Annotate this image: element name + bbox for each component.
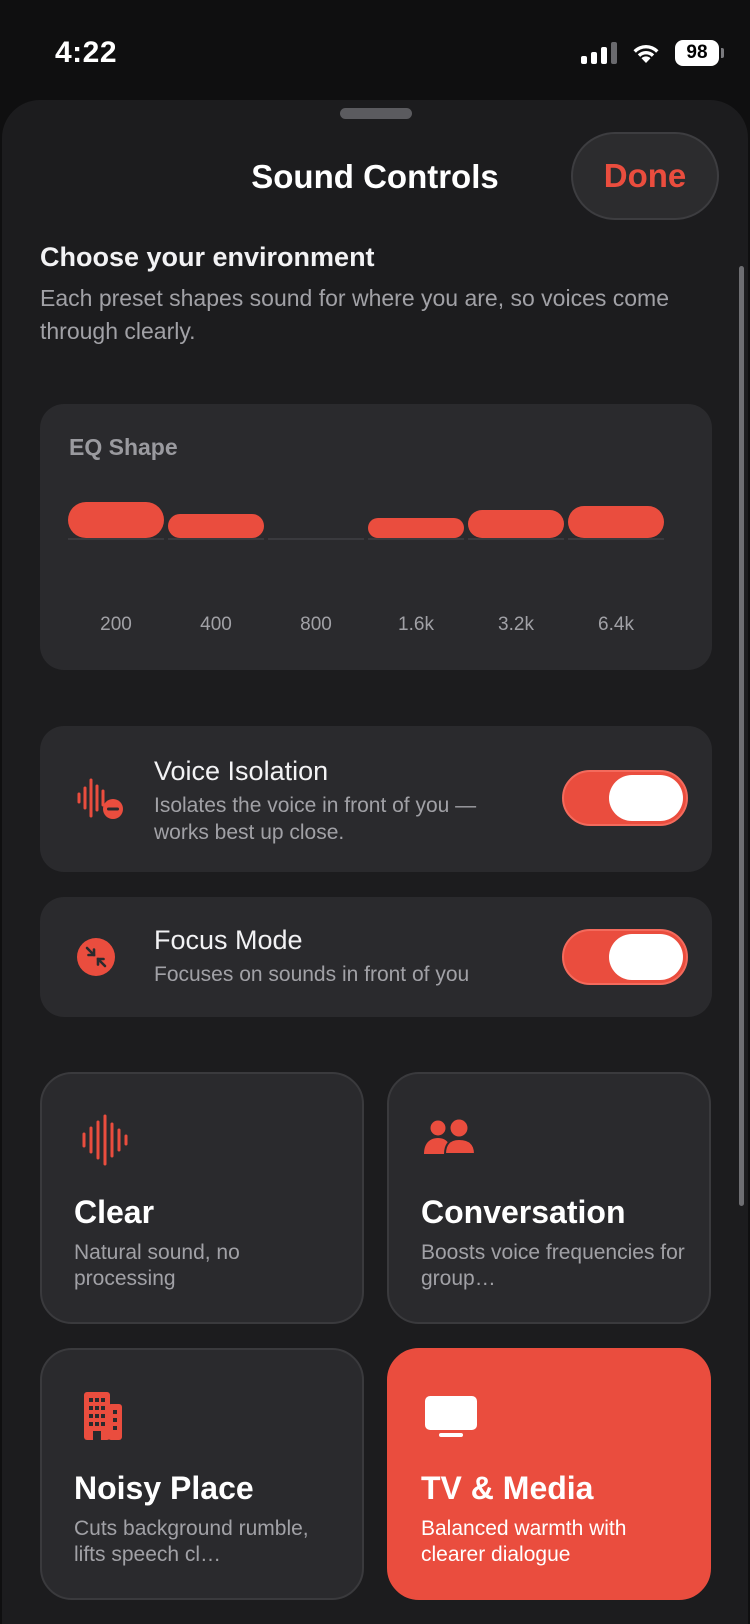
- eq-baseline: [468, 538, 564, 540]
- eq-bar: [168, 514, 264, 538]
- eq-bar: [568, 506, 664, 538]
- sound-controls-sheet: Sound Controls Done Choose your environm…: [2, 100, 748, 1624]
- done-button[interactable]: Done: [571, 132, 719, 220]
- preset-title: Noisy Place: [74, 1470, 254, 1506]
- voice-isolation-title: Voice Isolation: [154, 756, 329, 786]
- waveform-icon: [82, 1114, 128, 1166]
- eq-bar: [468, 510, 564, 538]
- eq-baseline: [68, 538, 164, 540]
- building-icon: [84, 1392, 122, 1440]
- voice-isolation-toggle[interactable]: [562, 770, 688, 826]
- eq-frequency-label: 400: [200, 614, 232, 635]
- status-icons: 98: [581, 40, 724, 66]
- eq-frequency-label: 6.4k: [598, 614, 634, 635]
- eq-band-400: 400: [168, 404, 264, 670]
- eq-band-800: 800: [268, 404, 364, 670]
- eq-baseline: [368, 538, 464, 540]
- preset-tile-clear[interactable]: Clear Natural sound, no processing: [40, 1072, 364, 1324]
- focus-mode-title: Focus Mode: [154, 925, 303, 955]
- eq-band-6.4k: 6.4k: [568, 404, 664, 670]
- voice-isolation-icon: [77, 778, 123, 819]
- battery-icon: 98: [675, 40, 724, 66]
- eq-baseline: [268, 538, 364, 540]
- eq-frequency-label: 1.6k: [398, 614, 434, 635]
- scroll-indicator[interactable]: [739, 266, 744, 1206]
- voice-isolation-row[interactable]: Voice Isolation Isolates the voice in fr…: [40, 726, 712, 872]
- status-bar: 4:22 98: [0, 0, 750, 100]
- status-time: 4:22: [55, 36, 118, 69]
- eq-frequency-label: 3.2k: [498, 614, 534, 635]
- tv-icon: [425, 1396, 477, 1437]
- wifi-icon: [633, 44, 659, 63]
- preset-tile-noisy-place[interactable]: Noisy Place Cuts background rumble, lift…: [40, 1348, 364, 1600]
- eq-bar: [68, 502, 164, 538]
- focus-mode-subtitle: Focuses on sounds in front of you: [154, 963, 470, 986]
- sheet-grabber[interactable]: [340, 108, 412, 119]
- battery-level: 98: [675, 40, 719, 66]
- cellular-signal-icon: [581, 42, 617, 64]
- environment-description: Each preset shapes sound for where you a…: [40, 285, 670, 344]
- eq-bar: [368, 518, 464, 538]
- eq-frequency-label: 200: [100, 614, 132, 635]
- preset-title: TV & Media: [421, 1470, 594, 1506]
- eq-baseline: [568, 538, 664, 540]
- preset-tile-tv-media[interactable]: TV & Media Balanced warmth with clearer …: [387, 1348, 711, 1600]
- focus-mode-icon: [77, 938, 115, 976]
- environment-heading: Choose your environment: [40, 242, 375, 272]
- eq-band-200: 200: [68, 404, 164, 670]
- preset-subtitle: Cuts background rumble, lifts speech cl…: [74, 1517, 309, 1566]
- eq-frequency-label: 800: [300, 614, 332, 635]
- preset-subtitle: Natural sound, no processing: [74, 1241, 240, 1290]
- preset-title: Clear: [74, 1194, 155, 1230]
- eq-band-3.2k: 3.2k: [468, 404, 564, 670]
- preset-title: Conversation: [421, 1194, 626, 1230]
- eq-shape-card: EQ Shape 200 400 800 1.6k 3.2k 6.4k: [40, 404, 712, 670]
- people-icon: [424, 1119, 477, 1155]
- preset-subtitle: Boosts voice frequencies for group…: [421, 1241, 685, 1290]
- focus-mode-row[interactable]: Focus Mode Focuses on sounds in front of…: [40, 897, 712, 1017]
- eq-chart: 200 400 800 1.6k 3.2k 6.4k: [40, 404, 712, 670]
- voice-isolation-subtitle: Isolates the voice in front of you — wor…: [154, 794, 477, 844]
- preset-subtitle: Balanced warmth with clearer dialogue: [421, 1517, 627, 1566]
- eq-baseline: [168, 538, 264, 540]
- focus-mode-toggle[interactable]: [562, 929, 688, 985]
- eq-band-1.6k: 1.6k: [368, 404, 464, 670]
- preset-tile-conversation[interactable]: Conversation Boosts voice frequencies fo…: [387, 1072, 711, 1324]
